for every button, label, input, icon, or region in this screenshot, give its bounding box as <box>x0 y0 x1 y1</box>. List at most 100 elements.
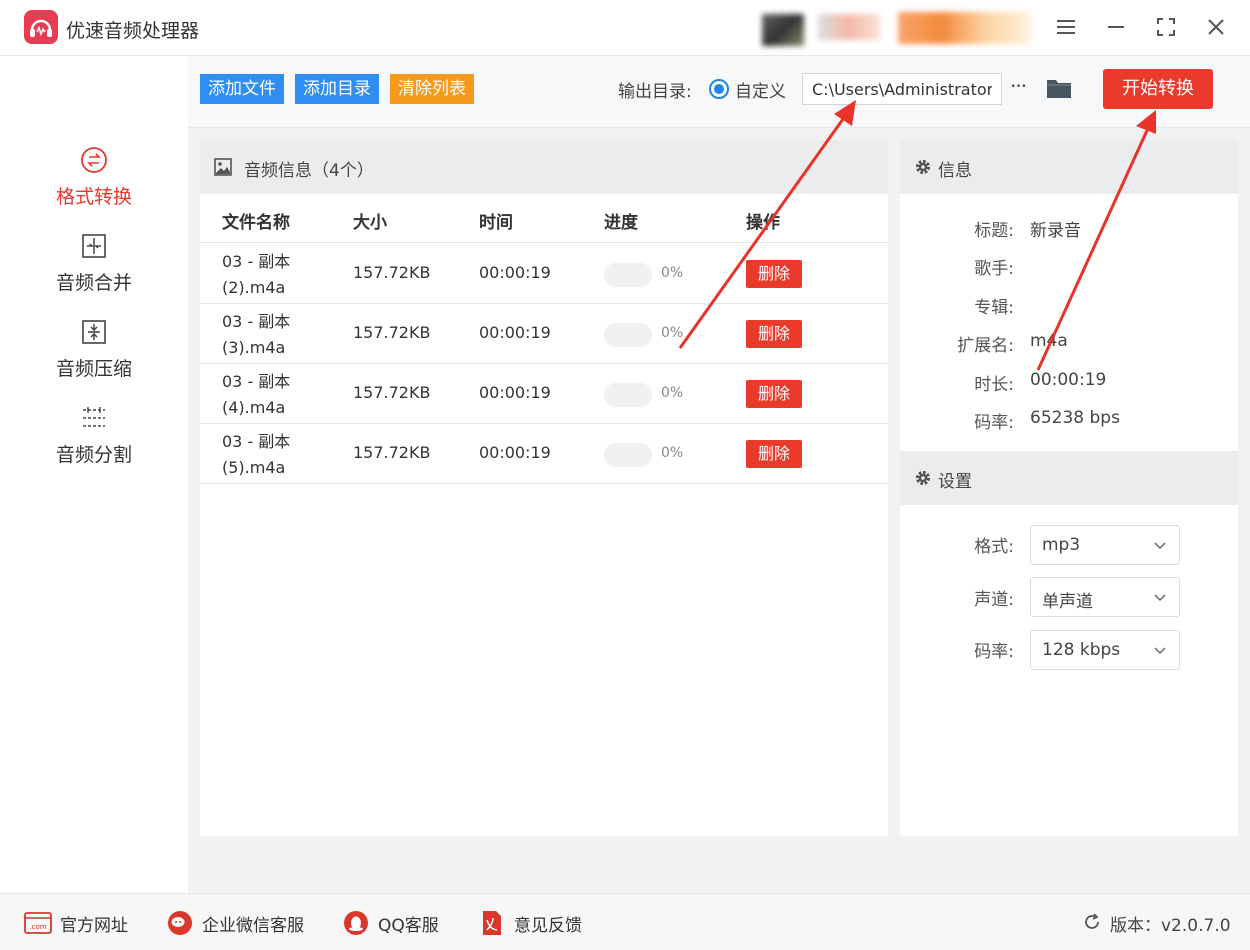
progress-bar <box>604 443 652 467</box>
qq-support-link[interactable]: QQ客服 <box>342 910 452 936</box>
info-label-title: 标题: <box>974 221 1014 241</box>
sidebar-item-audio-compress[interactable]: 音频压缩 <box>0 316 188 396</box>
wechat-icon <box>168 911 192 935</box>
wechat-support-label: 企业微信客服 <box>202 916 304 936</box>
chevron-down-icon <box>1154 647 1166 655</box>
close-icon[interactable] <box>1204 16 1228 40</box>
file-size: 157.72KB <box>353 443 431 462</box>
channel-select-value: 单声道 <box>1042 592 1093 612</box>
format-select-value: mp3 <box>1042 535 1081 555</box>
qq-support-label: QQ客服 <box>378 916 439 936</box>
image-icon <box>214 158 232 176</box>
delete-button[interactable]: 删除 <box>746 380 802 408</box>
feedback-label: 意见反馈 <box>514 916 582 936</box>
sidebar-item-format-convert[interactable]: 格式转换 <box>0 144 188 224</box>
sidebar-item-label: 音频压缩 <box>55 358 132 380</box>
column-header-filename: 文件名称 <box>222 213 290 233</box>
sidebar-item-audio-merge[interactable]: 音频合并 <box>0 230 188 310</box>
settings-label-bitrate: 码率: <box>974 642 1014 662</box>
file-duration: 00:00:19 <box>479 443 551 462</box>
audio-list-header: 音频信息（4个） <box>200 140 888 194</box>
custom-dir-radio-label[interactable]: 自定义 <box>735 77 786 102</box>
progress-percent: 0% <box>661 445 684 461</box>
compress-icon <box>82 320 106 344</box>
file-size: 157.72KB <box>353 383 431 402</box>
sidebar-item-label: 音频合并 <box>55 272 132 294</box>
start-convert-button[interactable]: 开始转换 <box>1103 69 1213 109</box>
official-website-label: 官方网址 <box>60 916 128 936</box>
info-label-album: 专辑: <box>974 298 1014 318</box>
add-directory-button[interactable]: 添加目录 <box>295 74 379 104</box>
user-info-blurred <box>818 14 880 40</box>
info-header: 信息 <box>900 140 1238 194</box>
file-duration: 00:00:19 <box>479 383 551 402</box>
custom-dir-radio[interactable] <box>709 79 729 99</box>
table-row[interactable]: 03 - 副本 (4).m4a 157.72KB 00:00:19 0% 删除 <box>200 364 888 424</box>
progress-percent: 0% <box>661 265 684 281</box>
title-bar: 优速音频处理器 <box>0 0 1250 56</box>
account-badge-blurred[interactable] <box>898 12 1030 44</box>
app-logo-icon <box>24 10 58 44</box>
channel-select[interactable]: 单声道 <box>1030 577 1180 617</box>
official-website-link[interactable]: .com 官方网址 <box>24 910 134 936</box>
output-path-input[interactable] <box>802 73 1002 105</box>
progress-bar <box>604 263 652 287</box>
bitrate-select[interactable]: 128 kbps <box>1030 630 1180 670</box>
file-duration: 00:00:19 <box>479 323 551 342</box>
more-options-icon[interactable]: ··· <box>1010 74 1027 98</box>
file-duration: 00:00:19 <box>479 263 551 282</box>
maximize-icon[interactable] <box>1154 16 1178 40</box>
info-label-duration: 时长: <box>974 375 1014 395</box>
info-value-title: 新录音 <box>1030 221 1081 241</box>
table-row[interactable]: 03 - 副本 (3).m4a 157.72KB 00:00:19 0% 删除 <box>200 304 888 364</box>
table-row[interactable]: 03 - 副本 (2).m4a 157.72KB 00:00:19 0% 删除 <box>200 244 888 304</box>
refresh-icon <box>1085 913 1099 929</box>
format-select[interactable]: mp3 <box>1030 525 1180 565</box>
info-settings-panel: 信息 标题: 新录音 歌手: 专辑: 扩展名: m4a 时长: 00:00:19… <box>900 140 1238 836</box>
chevron-down-icon <box>1154 542 1166 550</box>
minimize-icon[interactable] <box>1104 16 1128 40</box>
footer: .com 官方网址 企业微信客服 QQ客服 意见反馈 版本：v2.0.7.0 <box>0 893 1250 950</box>
file-name: 03 - 副本 (5).m4a <box>222 432 291 477</box>
delete-button[interactable]: 删除 <box>746 440 802 468</box>
wechat-support-link[interactable]: 企业微信客服 <box>166 910 316 936</box>
audio-list-panel: 音频信息（4个） 文件名称 大小 时间 进度 操作 03 - 副本 (2).m4a… <box>200 140 888 836</box>
add-file-button[interactable]: 添加文件 <box>200 74 284 104</box>
sidebar: 格式转换 音频合并 音频压缩 音频分割 <box>0 56 188 893</box>
toolbar: 添加文件 添加目录 清除列表 输出目录: 自定义 ··· 开始转换 <box>188 56 1250 128</box>
file-name: 03 - 副本 (2).m4a <box>222 252 291 297</box>
user-avatar[interactable] <box>762 14 804 46</box>
info-value-extension: m4a <box>1030 331 1068 351</box>
clear-list-button[interactable]: 清除列表 <box>390 74 474 104</box>
progress-bar <box>604 383 652 407</box>
sidebar-item-audio-split[interactable]: 音频分割 <box>0 402 188 482</box>
qq-icon <box>344 911 368 935</box>
feedback-link[interactable]: 意见反馈 <box>478 910 588 936</box>
table-row[interactable]: 03 - 副本 (5).m4a 157.72KB 00:00:19 0% 删除 <box>200 424 888 484</box>
convert-icon <box>81 147 107 173</box>
settings-title: 设置 <box>938 472 972 492</box>
version-label: 版本：v2.0.7.0 <box>1110 916 1231 936</box>
feedback-icon <box>483 911 501 935</box>
main-area: 添加文件 添加目录 清除列表 输出目录: 自定义 ··· 开始转换 音频信息（4… <box>188 56 1250 893</box>
app-title: 优速音频处理器 <box>66 20 200 42</box>
file-size: 157.72KB <box>353 323 431 342</box>
info-label-extension: 扩展名: <box>957 336 1014 356</box>
column-header-time: 时间 <box>479 213 513 233</box>
svg-text:.com: .com <box>29 923 46 931</box>
menu-icon[interactable] <box>1054 16 1078 40</box>
sidebar-item-label: 格式转换 <box>55 186 132 208</box>
info-label-bitrate: 码率: <box>974 413 1014 433</box>
column-header-progress: 进度 <box>604 213 638 233</box>
file-name: 03 - 副本 (4).m4a <box>222 372 291 417</box>
info-value-bitrate: 65238 bps <box>1030 408 1120 428</box>
table-header: 文件名称 大小 时间 进度 操作 <box>200 194 888 243</box>
file-size: 157.72KB <box>353 263 431 282</box>
delete-button[interactable]: 删除 <box>746 320 802 348</box>
info-label-artist: 歌手: <box>974 259 1014 279</box>
settings-label-format: 格式: <box>974 537 1014 557</box>
folder-icon[interactable] <box>1046 76 1072 100</box>
gear-icon <box>915 470 931 486</box>
delete-button[interactable]: 删除 <box>746 260 802 288</box>
sidebar-item-label: 音频分割 <box>55 444 132 466</box>
